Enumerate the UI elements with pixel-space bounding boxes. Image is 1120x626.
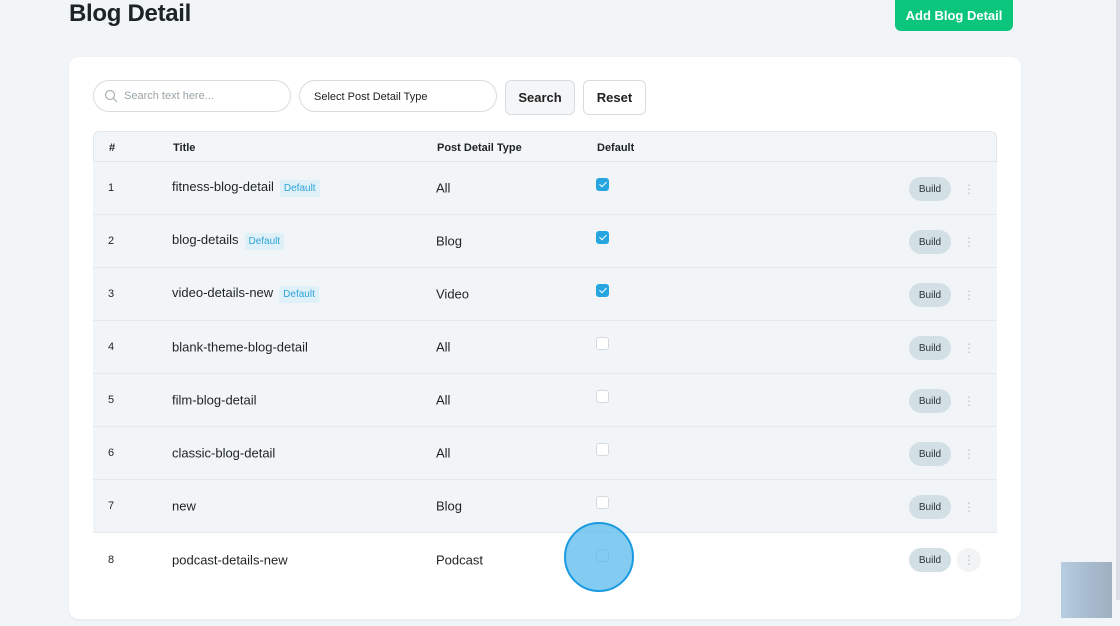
- table-row: 3 video-details-new Default Video Build ⋮: [93, 268, 997, 321]
- title-text: video-details-new: [172, 285, 274, 300]
- header-title: Title: [173, 142, 196, 154]
- build-button[interactable]: Build: [909, 177, 951, 201]
- row-title: new: [172, 499, 196, 514]
- row-number: 8: [108, 553, 115, 566]
- default-checkbox[interactable]: [596, 231, 609, 244]
- row-title: video-details-new Default: [172, 285, 319, 303]
- row-title: fitness-blog-detail Default: [172, 179, 320, 197]
- table-row: 1 fitness-blog-detail Default All Build ⋮: [93, 162, 997, 215]
- floating-widget[interactable]: [1061, 562, 1112, 618]
- search-field[interactable]: [93, 80, 291, 112]
- row-type: All: [436, 339, 451, 355]
- default-badge: Default: [279, 180, 320, 197]
- row-number: 7: [108, 500, 115, 512]
- row-title: classic-blog-detail: [172, 446, 275, 461]
- title-text: blank-theme-blog-detail: [172, 339, 308, 355]
- page-title: Blog Detail: [69, 0, 192, 27]
- build-button[interactable]: Build: [909, 230, 951, 254]
- search-input[interactable]: [124, 90, 274, 102]
- title-text: blog-details: [172, 232, 239, 247]
- table-header: # Title Post Detail Type Default: [93, 131, 997, 162]
- table-row: 2 blog-details Default Blog Build ⋮: [93, 215, 997, 268]
- more-options-icon[interactable]: ⋮: [957, 495, 981, 519]
- build-button[interactable]: Build: [909, 283, 951, 307]
- title-text: fitness-blog-detail: [172, 179, 274, 194]
- row-type: Podcast: [436, 552, 483, 567]
- table-row: 6 classic-blog-detail All Build ⋮: [93, 427, 997, 480]
- build-button[interactable]: Build: [909, 336, 951, 360]
- row-title: blog-details Default: [172, 232, 285, 250]
- build-button[interactable]: Build: [909, 548, 951, 572]
- row-title: podcast-details-new: [172, 552, 288, 567]
- row-number: 2: [108, 235, 115, 247]
- table-row: 4 blank-theme-blog-detail All Build ⋮: [93, 321, 997, 374]
- default-checkbox[interactable]: [596, 178, 609, 191]
- build-button[interactable]: Build: [909, 495, 951, 519]
- row-title: film-blog-detail: [172, 393, 257, 408]
- click-indicator: [564, 522, 634, 592]
- row-type: Video: [436, 286, 470, 302]
- table-row: 7 new Blog Build ⋮: [93, 480, 997, 533]
- reset-button[interactable]: Reset: [583, 80, 646, 115]
- search-button[interactable]: Search: [505, 80, 575, 115]
- default-badge: Default: [244, 233, 285, 250]
- default-badge: Default: [279, 286, 319, 303]
- build-button[interactable]: Build: [909, 389, 951, 413]
- header-default: Default: [597, 142, 635, 154]
- table-row: 5 film-blog-detail All Build ⋮: [93, 374, 997, 427]
- more-options-icon[interactable]: ⋮: [957, 230, 981, 254]
- row-title: blank-theme-blog-detail: [172, 340, 308, 355]
- row-number: 4: [108, 341, 115, 353]
- row-type: All: [436, 445, 451, 461]
- default-checkbox[interactable]: [596, 390, 609, 403]
- default-checkbox[interactable]: [596, 496, 609, 509]
- default-checkbox[interactable]: [596, 443, 609, 456]
- row-number: 3: [108, 288, 115, 300]
- more-options-icon[interactable]: ⋮: [957, 548, 981, 572]
- row-type: Blog: [436, 233, 463, 249]
- post-detail-type-select[interactable]: Select Post Detail Type: [299, 80, 497, 112]
- default-checkbox[interactable]: [596, 337, 609, 350]
- more-options-icon[interactable]: ⋮: [957, 442, 981, 466]
- row-number: 1: [108, 182, 115, 194]
- title-text: new: [172, 498, 196, 514]
- row-type: All: [436, 392, 451, 408]
- row-number: 6: [108, 447, 115, 459]
- scrollbar[interactable]: [1116, 0, 1120, 600]
- blog-detail-card: Select Post Detail Type Search Reset # T…: [69, 57, 1021, 619]
- header-number: #: [109, 142, 116, 154]
- row-type: Blog: [436, 498, 463, 514]
- title-text: podcast-details-new: [172, 552, 288, 567]
- add-blog-detail-button[interactable]: Add Blog Detail: [895, 0, 1013, 31]
- table-row: 8 podcast-details-new Podcast Build ⋮: [93, 533, 997, 586]
- title-text: classic-blog-detail: [172, 445, 276, 461]
- header-post-detail-type: Post Detail Type: [437, 142, 522, 154]
- search-icon: [104, 89, 118, 103]
- title-text: film-blog-detail: [172, 392, 257, 408]
- blog-detail-table: # Title Post Detail Type Default 1 fitne…: [93, 131, 997, 586]
- default-checkbox[interactable]: [596, 284, 609, 297]
- row-number: 5: [108, 394, 115, 406]
- build-button[interactable]: Build: [909, 442, 951, 466]
- more-options-icon[interactable]: ⋮: [957, 389, 981, 413]
- more-options-icon[interactable]: ⋮: [957, 283, 981, 307]
- more-options-icon[interactable]: ⋮: [957, 336, 981, 360]
- row-type: All: [436, 180, 451, 196]
- more-options-icon[interactable]: ⋮: [957, 177, 981, 201]
